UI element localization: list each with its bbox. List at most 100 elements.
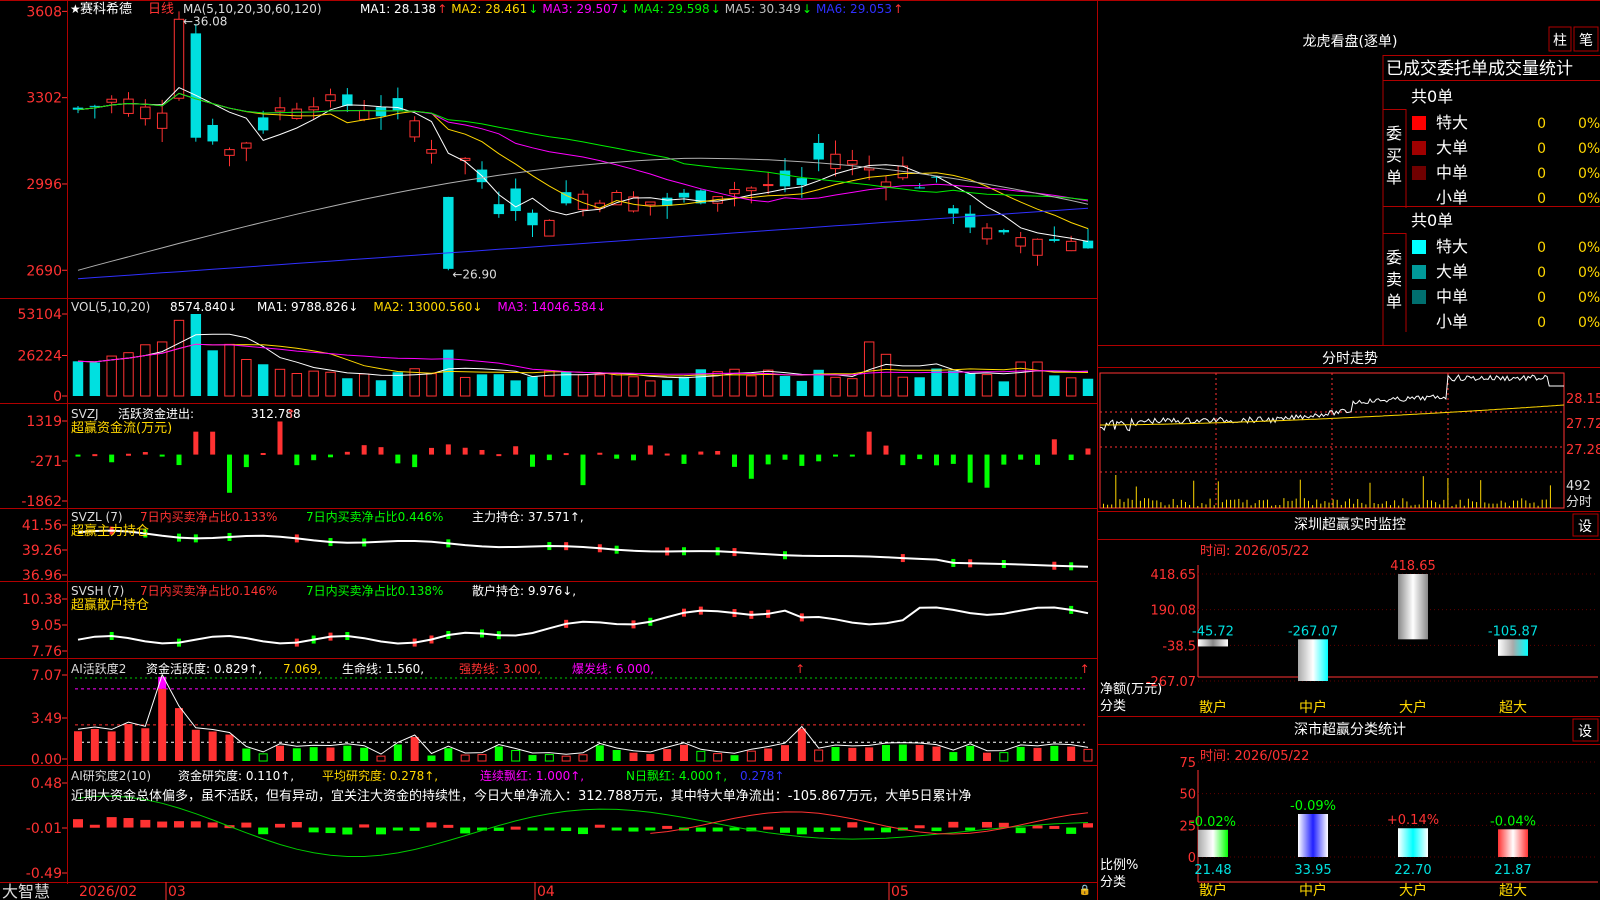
activity-bar [107,731,116,761]
ai1-activity: 资金活跃度: 0.829↑, [146,661,262,676]
candle-body-up [291,108,303,119]
fund-outflow-bar [833,454,838,457]
volume-bar-up [241,358,252,397]
activity-bar [175,708,183,761]
classify-y-label: 比例% [1100,858,1138,873]
intraday-vol-tick [1357,499,1359,508]
intraday-vol-tick [1344,501,1346,508]
candle-body-down [914,187,925,189]
research-bar-down [864,827,875,831]
monitor-bar-value: -105.87 [1488,624,1538,639]
research-bar-down [308,827,319,833]
buy-legend-swatch [1412,116,1426,130]
volume-bar-down [257,364,269,396]
main-chart-area[interactable]: 3608330229962690←36.08←26.90★ 赛科希德 日线 MA(5,… [0,0,1600,900]
fund-outflow-bar [176,454,182,466]
volume-bar-down [207,350,218,396]
intraday-vol-tick [1308,500,1309,508]
stock-name: 赛科希德 [80,1,132,17]
sell-row-name: 大单 [1436,262,1468,281]
candle-body-down [443,196,454,269]
intraday-vol-tick [1193,480,1195,508]
volume-bar-up [308,370,319,397]
svzj-arrow: ↑ [286,407,296,421]
ma-arrow-3: ↓ [620,2,630,16]
intraday-vol-tick [1394,500,1396,508]
volume-bar-up [544,370,555,397]
candle-body-up [1065,240,1077,252]
monitor-title: 深圳超赢实时监控 [1294,516,1406,533]
intraday-vol-tick [1422,476,1424,508]
fund-outflow-bar [816,454,822,462]
candle-body-down [813,142,824,160]
sell-total: 共0单 [1411,211,1453,230]
price-y-tick: 2996 [26,177,62,193]
classify-change-label: -0.04% [1490,814,1536,829]
research-bar-up [510,826,521,830]
low-price-label: ←26.90 [452,267,496,281]
buy-row-name: 中单 [1436,163,1468,182]
volume-bar-down [796,380,808,396]
vol-ma-value: MA2: 13000.560↓ [373,300,482,314]
svzl-y-tick: 36.96 [22,568,62,584]
classify-category-label: 中户 [1299,882,1327,899]
intraday-vol-tick [1439,504,1441,508]
ai2-y-tick: -0.49 [26,866,62,882]
activity-bar-hollow [713,753,723,762]
intraday-vol-tick [1541,499,1543,508]
volume-bar-up [577,374,589,397]
candle-body-down [89,105,101,107]
fund-outflow-bar [1001,454,1007,465]
classify-bar [1198,829,1228,857]
classify-change-label: -0.02% [1190,815,1236,830]
svsh-stat-a: 7日内买卖净占比0.146% [140,583,277,598]
research-bar-up [123,818,134,828]
sell-legend-swatch [1412,290,1426,304]
activity-bar [966,745,975,761]
fund-outflow-bar [799,454,805,466]
volume-bar-down [342,378,353,396]
ma-arrow-1: ↑ [437,2,447,16]
fund-inflow-bar [563,453,569,456]
ma-arrow-5: ↓ [802,2,812,16]
volume-bar-down [914,377,925,396]
ma-value-1: MA1: 28.138 [360,2,436,16]
price-y-tick: 3302 [26,91,62,107]
buy-row-count: 0 [1537,141,1546,157]
candle-body-up [981,227,993,240]
activity-bar [629,752,638,761]
svzl-y-tick: 41.56 [22,518,62,534]
research-bar-down [796,827,807,835]
research-bar-up [89,824,100,828]
research-bar-down [1066,827,1077,834]
activity-bar [276,745,284,761]
candle-body-down [1049,239,1060,241]
activity-bar [882,745,890,761]
column-view-label: 柱 [1553,33,1567,49]
intraday-vol-tick [1205,504,1207,508]
activity-bar [292,748,301,761]
monitor-y-label: 净额(万元) [1100,682,1162,697]
research-bar-up [140,819,151,828]
intraday-vol-tick [1197,505,1199,508]
ma-params: MA(5,10,20,30,60,120) [183,2,322,16]
vol-ma-value: MA1: 9788.826↓ [257,300,358,314]
volume-bar-down [72,361,84,396]
intraday-vol-tick [1107,504,1109,508]
buy-row-pct: 0% [1578,166,1600,182]
intraday-vol-tick [1295,498,1297,508]
candle-body-up [106,98,117,103]
vol-y-tick: 26224 [17,349,62,365]
sell-row-name: 中单 [1436,287,1468,306]
activity-bar [343,745,352,761]
activity-bar [1033,747,1042,761]
research-bar-up [241,822,252,828]
research-bar-down [1015,827,1026,834]
intraday-vol-tick [1451,505,1453,508]
classify-bar [1298,813,1328,857]
sell-legend-swatch [1412,265,1426,279]
svsh-line [77,606,1089,645]
activity-bar [848,747,857,761]
ai2-consecutive: 连续飘红: 1.000↑, [480,768,584,783]
activity-bar [1067,746,1076,761]
